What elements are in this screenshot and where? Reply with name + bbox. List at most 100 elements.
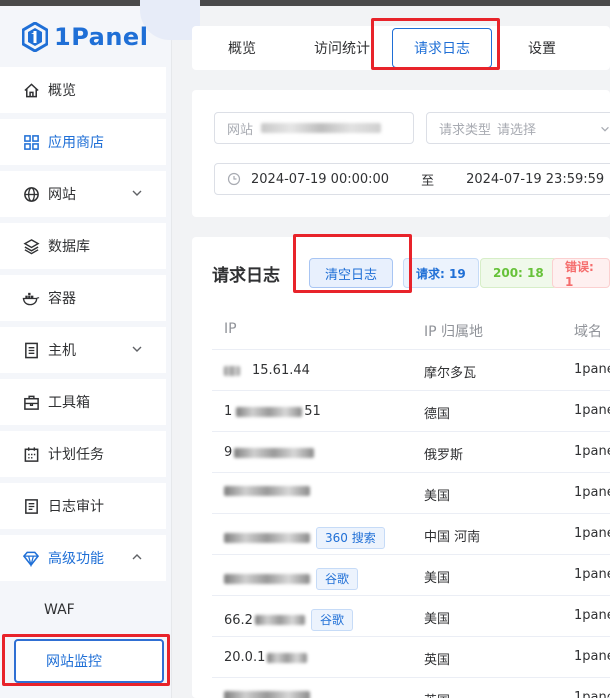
tab-overview[interactable]: 概览	[212, 26, 272, 70]
ip-redacted	[224, 533, 310, 543]
ip-cell: 9	[224, 445, 315, 460]
user-agent-tag: 谷歌	[316, 568, 359, 590]
logo-hexagon-icon	[22, 22, 48, 52]
home-icon	[22, 81, 40, 99]
sidebar-item-label: 日志审计	[48, 499, 104, 515]
sidebar-item-label: 概览	[48, 83, 76, 99]
tab-label: 访问统计	[314, 41, 370, 57]
layers-icon	[22, 237, 40, 255]
domain-cell: 1pane	[574, 649, 610, 664]
ip-cell: 66.2 谷歌	[224, 609, 353, 631]
sidebar-item-overview[interactable]: 概览	[0, 67, 166, 113]
column-header-ip: IP	[224, 321, 237, 337]
sidebar-item-app-store[interactable]: 应用商店	[0, 119, 166, 165]
sidebar-item-label: 主机	[48, 343, 76, 359]
calendar-icon	[22, 445, 40, 463]
ip-cell	[224, 691, 310, 698]
website-select[interactable]: 网站	[214, 112, 414, 144]
date-end[interactable]: 2024-07-19 23:59:59	[466, 172, 604, 187]
location-cell: 英国	[424, 690, 450, 698]
sidebar-item-label: 计划任务	[48, 447, 104, 463]
toolbox-icon	[22, 393, 40, 411]
tab-settings[interactable]: 设置	[512, 26, 572, 70]
sidebar-item-label: 数据库	[48, 239, 90, 255]
location-cell: 摩尔多瓦	[424, 366, 477, 381]
request-type-select[interactable]: 请求类型 请选择	[426, 112, 610, 144]
ip-redacted	[236, 406, 303, 417]
highlight-box-request-logs-tab	[371, 18, 500, 70]
globe-icon	[22, 185, 40, 203]
ip-redacted	[254, 615, 305, 625]
sidebar-item-label: 网站	[48, 187, 76, 203]
request-type-placeholder: 请选择	[497, 122, 537, 138]
domain-cell: 1pane	[574, 444, 610, 459]
log-icon	[22, 497, 40, 515]
sidebar-item-websites[interactable]: 网站	[0, 171, 166, 217]
ip-cell: 谷歌	[224, 568, 359, 590]
ip-cell	[224, 486, 310, 496]
filter-panel: 网站 请求类型 请选择 2024-07-19 00:00:00 至 2024-0…	[192, 90, 610, 217]
location-cell: 美国	[424, 489, 451, 504]
request-type-label: 请求类型	[439, 122, 492, 138]
location-cell: 德国	[424, 407, 451, 422]
ip-redacted	[224, 691, 310, 698]
docker-icon	[22, 289, 40, 307]
table-row[interactable]: 20.0.1 英国 1pane	[212, 637, 610, 678]
ip-cell: 360 搜索	[224, 527, 385, 549]
user-agent-tag: 360 搜索	[316, 527, 385, 549]
tab-access-stats[interactable]: 访问统计	[302, 26, 382, 70]
ip-text: 1	[224, 404, 233, 419]
sidebar-item-cronjobs[interactable]: 计划任务	[0, 431, 166, 477]
sidebar-item-label: 应用商店	[48, 135, 104, 151]
website-select-value-redacted	[261, 123, 382, 133]
sidebar-subitem-waf[interactable]: WAF	[0, 587, 166, 633]
table-row[interactable]: 360 搜索 中国 河南 1pane	[212, 514, 610, 555]
chevron-down-icon	[132, 190, 142, 196]
date-start[interactable]: 2024-07-19 00:00:00	[251, 172, 389, 187]
ip-cell: 15.61.44	[224, 363, 310, 378]
table-row[interactable]: 9 俄罗斯 1pane	[212, 432, 610, 473]
sidebar-item-database[interactable]: 数据库	[0, 223, 166, 269]
clock-icon	[227, 172, 241, 186]
ip-cell: 20.0.1	[224, 650, 308, 665]
ip-redacted	[267, 652, 308, 663]
ip-text: 66.2	[224, 612, 253, 628]
chevron-up-icon	[132, 554, 142, 560]
sidebar-item-toolbox[interactable]: 工具箱	[0, 379, 166, 425]
sidebar-item-container[interactable]: 容器	[0, 275, 166, 321]
domain-cell: 1pane	[574, 485, 610, 500]
table-row[interactable]: 15.61.44 摩尔多瓦 1pane	[212, 350, 610, 391]
highlight-box-website-monitor	[2, 634, 170, 686]
date-range-picker[interactable]: 2024-07-19 00:00:00 至 2024-07-19 23:59:5…	[214, 163, 610, 195]
table-row[interactable]: 美国 1pane	[212, 473, 610, 514]
domain-cell: 1pane	[574, 690, 610, 698]
column-header-domain: 域名	[574, 324, 602, 340]
sidebar-item-host[interactable]: 主机	[0, 327, 166, 373]
table-row[interactable]: 66.2 谷歌 美国 1pane	[212, 596, 610, 637]
logo-text: 1Panel	[54, 23, 149, 51]
sidebar-item-log-audit[interactable]: 日志审计	[0, 483, 166, 529]
table-row[interactable]: 英国 1pane	[212, 678, 610, 698]
location-cell: 英国	[424, 653, 451, 668]
server-icon	[22, 341, 40, 359]
ip-cell: 1 51	[224, 404, 321, 419]
highlight-box-clear-log	[293, 234, 412, 293]
ip-text: 20.0.1	[224, 650, 266, 665]
ip-redacted	[224, 486, 310, 496]
sidebar-item-label: 工具箱	[48, 395, 90, 411]
column-header-location: IP 归属地	[424, 324, 484, 340]
app-logo[interactable]: 1Panel	[22, 20, 148, 54]
table-row[interactable]: 谷歌 美国 1pane	[212, 555, 610, 596]
sidebar-item-advanced[interactable]: 高级功能	[0, 535, 166, 581]
status-200-badge: 200: 18	[480, 258, 557, 288]
ip-redacted	[224, 365, 240, 376]
domain-cell: 1pane	[574, 608, 610, 623]
user-agent-tag: 谷歌	[310, 609, 353, 631]
domain-cell: 1pane	[574, 567, 610, 582]
sidebar-item-label: 高级功能	[48, 551, 104, 567]
website-select-label: 网站	[227, 122, 254, 138]
table-row[interactable]: 1 51 德国 1pane	[212, 391, 610, 432]
tab-label: 设置	[528, 41, 556, 57]
location-cell: 俄罗斯	[424, 448, 464, 463]
domain-cell: 1pane	[574, 526, 610, 541]
